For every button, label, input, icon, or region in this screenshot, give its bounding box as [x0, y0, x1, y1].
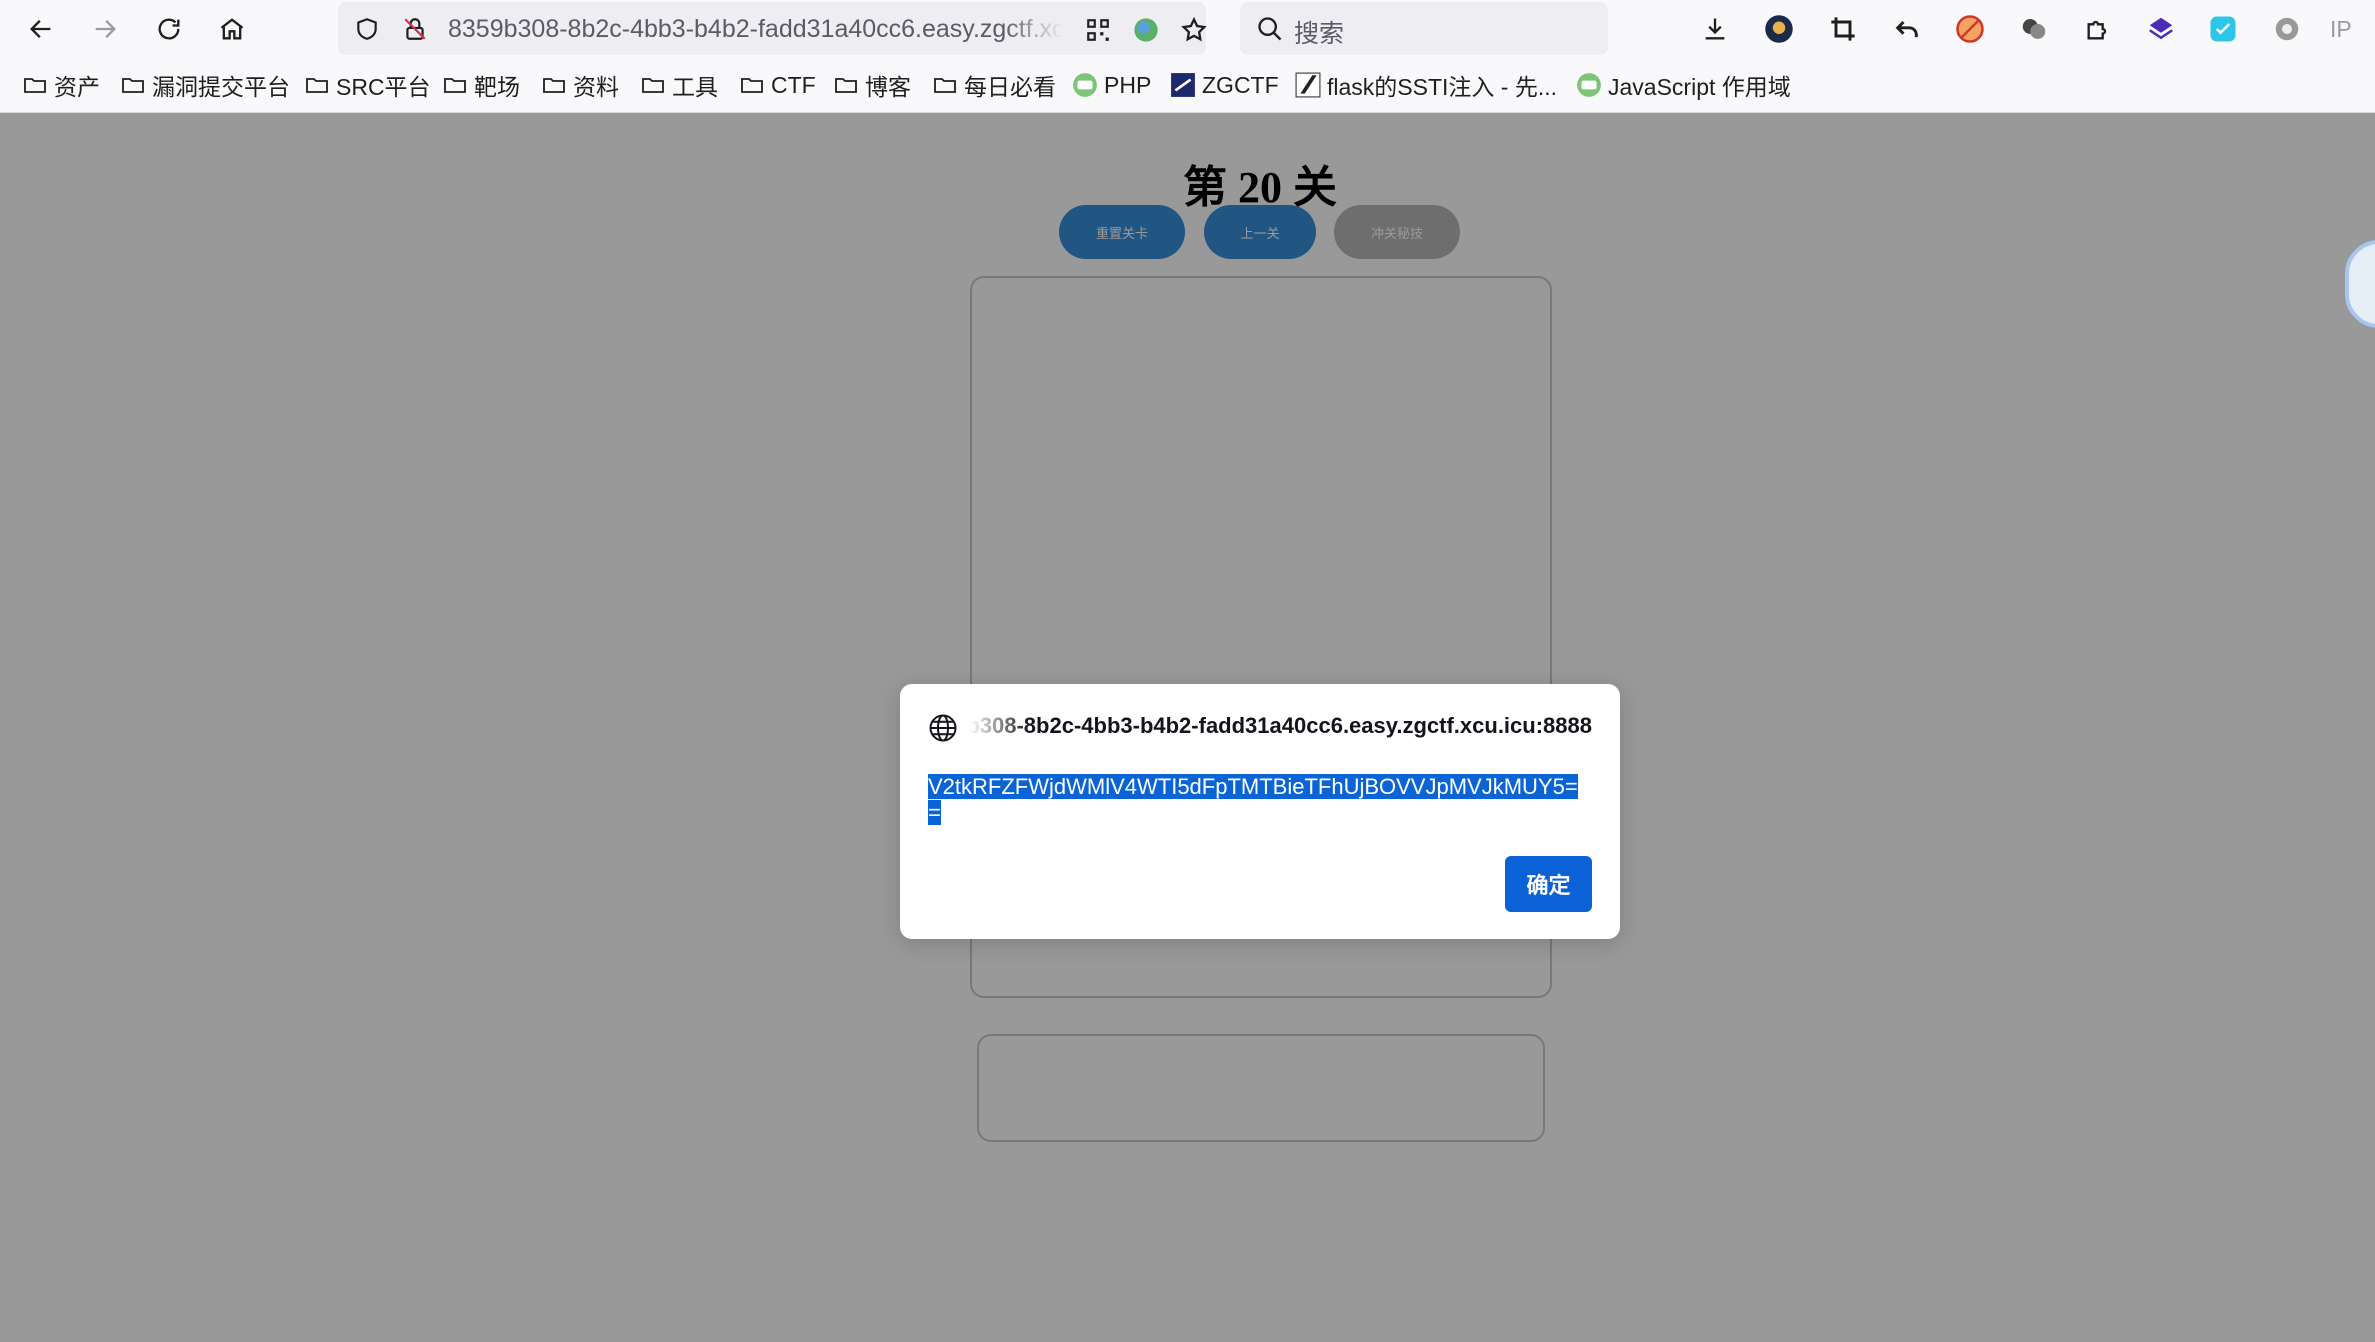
layers-extension-icon[interactable]	[2144, 12, 2178, 46]
bookmark-label: 资产	[54, 74, 100, 100]
bookmark-label: SRC平台	[336, 74, 431, 100]
bookmarks-bar: 资产 漏洞提交平台 SRC平台 靶场 资料 工具 CTF 博客 每日必看 PHP…	[0, 58, 2375, 113]
dialog-message[interactable]: V2tkRFZFWjdWMlV4WTI5dFpTMTBieTFhUjBOVVJp…	[928, 774, 1578, 826]
extensions-puzzle-icon[interactable]	[2081, 12, 2115, 46]
insecure-lock-icon[interactable]	[400, 14, 430, 44]
bookmark-folder[interactable]: 工具	[640, 68, 718, 102]
alert-dialog: 8359b308-8b2c-4bb3-b4b2-fadd31a40cc6.eas…	[900, 684, 1620, 939]
folder-icon	[22, 72, 48, 98]
undo-arrow-icon[interactable]	[1890, 12, 1924, 46]
overflow-ext-label[interactable]: IP	[2330, 12, 2375, 46]
bookmark-label: 博客	[865, 74, 911, 100]
crop-icon[interactable]	[1826, 12, 1860, 46]
bookmark-label: 工具	[672, 74, 718, 100]
arrow-left-icon	[30, 20, 51, 38]
bookmark-label: 漏洞提交平台	[152, 74, 290, 100]
bookmark-label: PHP	[1104, 71, 1152, 98]
php-site-icon	[1072, 72, 1098, 98]
bookmark-folder[interactable]: 漏洞提交平台	[120, 68, 290, 102]
bookmark-label: CTF	[771, 71, 816, 98]
wappalyzer-extension-icon[interactable]	[2206, 12, 2240, 46]
bookmark-folder[interactable]: 资料	[541, 68, 619, 102]
search-icon	[1256, 15, 1284, 43]
bookmark-link[interactable]: ZGCTF	[1170, 68, 1279, 102]
bookmark-folder[interactable]: SRC平台	[304, 68, 431, 102]
gear-extension-icon[interactable]	[2270, 12, 2304, 46]
bookmark-folder[interactable]: CTF	[739, 68, 816, 102]
url-text[interactable]: 8359b308-8b2c-4bb3-b4b2-fadd31a40cc6.eas…	[448, 15, 1063, 44]
dialog-origin: 8359b308-8b2c-4bb3-b4b2-fadd31a40cc6.eas…	[970, 713, 1592, 743]
proxy-extension-icon[interactable]	[2017, 12, 2051, 46]
bookmark-folder[interactable]: 资产	[22, 68, 100, 102]
dialog-origin-text: 8359b308-8b2c-4bb3-b4b2-fadd31a40cc6.eas…	[970, 713, 1592, 738]
bookmark-link[interactable]: flask的SSTI注入 - 先...	[1295, 68, 1557, 102]
globe-extension-icon[interactable]	[1130, 14, 1162, 46]
folder-icon	[541, 72, 567, 98]
qr-code-icon[interactable]	[1082, 14, 1114, 46]
search-bar[interactable]: 搜索	[1240, 2, 1608, 55]
folder-icon	[120, 72, 146, 98]
blog-site-icon	[1295, 72, 1321, 98]
browser-toolbar: 8359b308-8b2c-4bb3-b4b2-fadd31a40cc6.eas…	[0, 0, 2375, 58]
dialog-message-text: V2tkRFZFWjdWMlV4WTI5dFpTMTBieTFhUjBOVVJp…	[928, 774, 1578, 825]
hackbar-extension-icon[interactable]	[1953, 12, 1987, 46]
folder-icon	[640, 72, 666, 98]
ok-button[interactable]: 确定	[1505, 856, 1592, 912]
folder-icon	[833, 72, 859, 98]
bookmark-link[interactable]: JavaScript 作用域	[1576, 68, 1791, 102]
home-icon	[220, 18, 244, 40]
bookmark-folder[interactable]: 每日必看	[932, 68, 1056, 102]
ninja-extension-icon[interactable]	[1762, 12, 1796, 46]
forward-button[interactable]	[84, 9, 126, 49]
js-site-icon	[1576, 72, 1602, 98]
folder-icon	[304, 72, 330, 98]
folder-icon	[442, 72, 468, 98]
bookmark-link[interactable]: PHP	[1072, 68, 1151, 102]
home-button[interactable]	[211, 9, 253, 49]
zgctf-site-icon	[1170, 72, 1196, 98]
url-bar[interactable]: 8359b308-8b2c-4bb3-b4b2-fadd31a40cc6.eas…	[338, 2, 1207, 55]
bookmark-label: 资料	[573, 74, 619, 100]
globe-icon	[928, 713, 958, 743]
bookmark-folder[interactable]: 靶场	[442, 68, 520, 102]
search-placeholder: 搜索	[1294, 20, 1345, 48]
download-icon[interactable]	[1698, 12, 1732, 46]
bookmark-star-icon[interactable]	[1178, 14, 1210, 46]
bookmark-label: 每日必看	[964, 74, 1056, 100]
bookmark-label: flask的SSTI注入 - 先...	[1327, 74, 1558, 100]
bookmark-label: ZGCTF	[1202, 71, 1279, 98]
bookmark-label: 靶场	[474, 74, 520, 100]
shield-icon[interactable]	[352, 14, 382, 44]
arrow-right-icon	[95, 20, 116, 38]
back-button[interactable]	[20, 9, 62, 49]
bookmark-folder[interactable]: 博客	[833, 68, 911, 102]
bookmark-label: JavaScript 作用域	[1608, 74, 1791, 100]
folder-icon	[739, 72, 765, 98]
reload-button[interactable]	[148, 9, 190, 49]
folder-icon	[932, 72, 958, 98]
reload-icon	[158, 18, 180, 40]
